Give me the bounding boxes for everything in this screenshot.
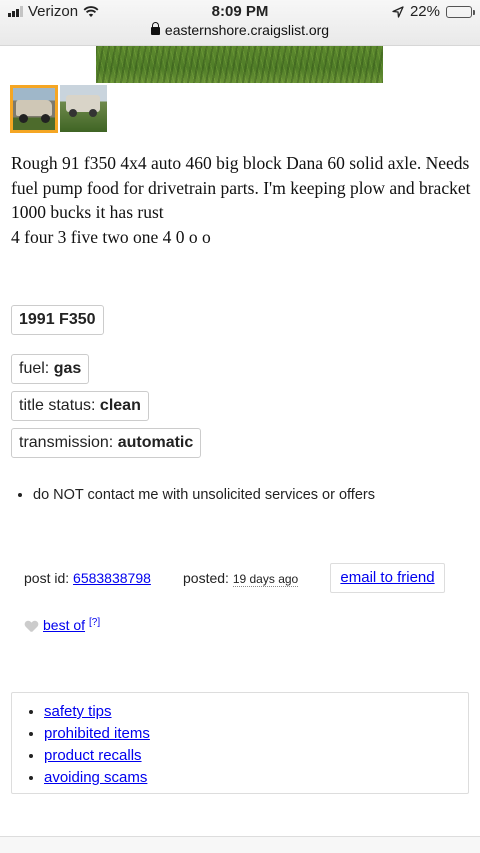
attribute-value: gas bbox=[53, 360, 82, 377]
gallery-thumbnail-2[interactable] bbox=[60, 85, 107, 132]
gallery-thumbnail-1[interactable] bbox=[10, 85, 58, 133]
best-of-link[interactable]: best of bbox=[43, 617, 85, 633]
posted-label: posted: bbox=[183, 570, 233, 586]
main-photo[interactable] bbox=[96, 46, 383, 83]
description-line: 4 four 3 five two one 4 0 o o bbox=[11, 226, 211, 247]
attribute-value: automatic bbox=[117, 434, 194, 451]
heart-icon[interactable] bbox=[25, 621, 38, 634]
status-right: 22% bbox=[392, 3, 475, 20]
avoiding-scams-link[interactable]: avoiding scams bbox=[44, 769, 147, 786]
post-id: post id: 6583838798 bbox=[24, 570, 151, 586]
safety-tips-link[interactable]: safety tips bbox=[44, 703, 112, 720]
email-to-friend-button[interactable]: email to friend bbox=[330, 563, 445, 593]
attribute-value: clean bbox=[99, 397, 141, 414]
attribute-vehicle-title: 1991 F350 bbox=[11, 305, 104, 335]
description-line: Rough 91 f350 4x4 auto 460 big block Dan… bbox=[11, 153, 471, 222]
posted-time: 19 days ago bbox=[232, 572, 299, 587]
list-item: safety tips bbox=[44, 701, 468, 723]
battery-percent: 22% bbox=[409, 3, 440, 20]
list-item: avoiding scams bbox=[44, 767, 468, 789]
browser-status-bar: Verizon 8:09 PM 22% easternshore.craigsl… bbox=[0, 0, 480, 46]
attribute-transmission: transmission: automatic bbox=[11, 428, 202, 458]
safety-links-box: safety tips prohibited items product rec… bbox=[11, 692, 469, 794]
attribute-label: fuel: bbox=[19, 360, 54, 377]
battery-icon bbox=[446, 5, 475, 18]
posting-body: Rough 91 f350 4x4 auto 460 big block Dan… bbox=[11, 151, 473, 249]
best-of-help-link[interactable]: [?] bbox=[89, 617, 100, 628]
page-footer bbox=[0, 836, 480, 853]
post-id-label: post id: bbox=[24, 570, 74, 586]
lock-icon bbox=[150, 22, 160, 35]
attribute-title-status: title status: clean bbox=[11, 391, 149, 421]
prohibited-items-link[interactable]: prohibited items bbox=[44, 725, 150, 742]
attribute-fuel: fuel: gas bbox=[11, 354, 90, 384]
attribute-label: title status: bbox=[19, 397, 100, 414]
notice-item: do NOT contact me with unsolicited servi… bbox=[33, 487, 375, 503]
attribute-label: transmission: bbox=[19, 434, 118, 451]
location-arrow-icon bbox=[392, 5, 404, 18]
post-id-link[interactable]: 6583838798 bbox=[73, 570, 151, 586]
product-recalls-link[interactable]: product recalls bbox=[44, 747, 142, 764]
best-of: best of [?] bbox=[25, 617, 100, 634]
posted-date: posted: 19 days ago bbox=[183, 570, 299, 587]
url-text: easternshore.craigslist.org bbox=[164, 22, 330, 38]
address-bar[interactable]: easternshore.craigslist.org bbox=[0, 22, 480, 38]
notices-list: do NOT contact me with unsolicited servi… bbox=[33, 487, 375, 503]
list-item: product recalls bbox=[44, 745, 468, 767]
list-item: prohibited items bbox=[44, 723, 468, 745]
